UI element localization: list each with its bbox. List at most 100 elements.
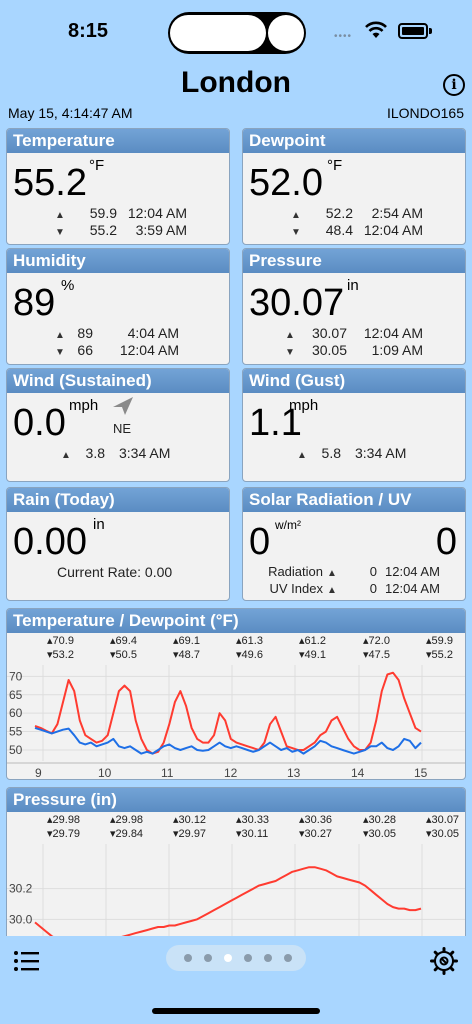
wind-value: 0.0 (13, 402, 66, 444)
temperature-card[interactable]: Temperature 55.2 °F ▲ 59.9 12:04 AM ▼ 55.2 3… (6, 128, 230, 245)
x-tick-label: 12 (224, 766, 238, 780)
chart-daily-ranges: ▴70.9 ▾53.2 ▴69.4 ▾50.5 ▴69.1 ▾48.7 ▴61.3 ▾49.6… (7, 633, 465, 665)
wifi-icon (365, 21, 387, 38)
daily-high-label: ▴69.1 (173, 635, 200, 647)
card-title: Wind (Gust) (243, 369, 465, 393)
daily-low-label: ▾55.2 (426, 649, 453, 661)
temp-dewpoint-chart[interactable]: Temperature / Dewpoint (°F) ▴70.9 ▾53.2 ▴6… (6, 608, 466, 780)
rain-unit: in (93, 516, 105, 533)
temperature-unit: °F (89, 157, 105, 174)
daily-low-label: ▾29.79 (47, 828, 81, 840)
up-arrow-icon: ▲ (55, 330, 65, 341)
x-tick-label: 14 (351, 766, 365, 780)
dewpoint-high: ▲ 52.2 2:54 AM (291, 205, 423, 221)
wind-card[interactable]: Wind (Sustained) 0.0 mph NE ▲ 3.8 3:34 AM (6, 368, 230, 482)
x-tick-label: 15 (414, 766, 428, 780)
daily-low-label: ▾47.5 (363, 649, 390, 661)
battery-icon (398, 23, 428, 39)
wind-direction-arrow-icon (113, 397, 133, 415)
down-arrow-icon: ▼ (55, 347, 65, 358)
page-dot[interactable] (264, 954, 272, 962)
temp-dewpoint-plot: 70 65 60 55 50 9 10 11 12 13 14 15 (7, 665, 465, 780)
gust-high: ▲ 5.8 3:34 AM (297, 445, 407, 461)
daily-high-label: ▴59.9 (426, 635, 453, 647)
dewpoint-unit: °F (327, 157, 343, 174)
radiation-row: Radiation ▲ 0 12:04 AM (268, 564, 440, 579)
station-id: ILONDO165 (386, 105, 464, 121)
page-dot[interactable] (244, 954, 252, 962)
dewpoint-card[interactable]: Dewpoint 52.0 °F ▲ 52.2 2:54 AM ▼ 48.4 12:04… (242, 128, 466, 245)
gear-icon[interactable] (430, 947, 458, 975)
page-dot[interactable] (184, 954, 192, 962)
gust-unit: mph (289, 397, 319, 414)
dynamic-island-pill (170, 15, 266, 51)
pressure-unit: in (347, 277, 359, 294)
daily-low-label: ▾50.5 (110, 649, 137, 661)
gust-card[interactable]: Wind (Gust) 1.1 mph ▲ 5.8 3:34 AM (242, 368, 466, 482)
page-dot[interactable] (224, 954, 232, 962)
x-tick-label: 10 (98, 766, 112, 780)
daily-high-label: ▴30.28 (363, 814, 397, 826)
pressure-low: ▼ 30.05 1:09 AM (285, 342, 423, 358)
daily-low-label: ▾29.97 (173, 828, 207, 840)
card-title: Solar Radiation / UV (243, 488, 465, 512)
humidity-card[interactable]: Humidity 89 % ▲ 89 4:04 AM ▼ 66 12:04 AM (6, 248, 230, 365)
down-arrow-icon: ▼ (291, 227, 301, 238)
card-title: Rain (Today) (7, 488, 229, 512)
pressure-card[interactable]: Pressure 30.07 in ▲ 30.07 12:04 AM ▼ 30.05 1… (242, 248, 466, 365)
wind-unit: mph (69, 397, 99, 414)
temperature-low: ▼ 55.2 3:59 AM (55, 222, 187, 238)
humidity-high: ▲ 89 4:04 AM (55, 325, 179, 341)
pressure-chart[interactable]: Pressure (in) ▴29.98 ▾29.79 ▴29.98 ▾29.84 ▴3… (6, 787, 466, 936)
daily-high-label: ▴29.98 (47, 814, 81, 826)
daily-low-label: ▾29.84 (110, 828, 144, 840)
observation-timestamp: May 15, 4:14:47 AM (8, 105, 133, 121)
radiation-unit: w/m² (275, 518, 301, 532)
daily-high-label: ▴30.36 (299, 814, 333, 826)
page-dot[interactable] (204, 954, 212, 962)
daily-high-label: ▴72.0 (363, 635, 390, 647)
chart-title: Temperature / Dewpoint (°F) (7, 609, 465, 633)
rain-card[interactable]: Rain (Today) 0.00 in Current Rate: 0.00 (6, 487, 230, 601)
battery-tip (429, 28, 432, 34)
page-indicator[interactable] (166, 945, 306, 971)
dynamic-island-dot (268, 15, 304, 51)
wind-high: ▲ 3.8 3:34 AM (61, 445, 171, 461)
temperature-value: 55.2 (13, 162, 87, 204)
list-icon[interactable] (14, 950, 40, 972)
series-line-pressure (34, 866, 422, 936)
daily-high-label: ▴30.33 (236, 814, 270, 826)
daily-low-label: ▾53.2 (47, 649, 74, 661)
daily-low-label: ▾30.27 (299, 828, 333, 840)
daily-low-label: ▾49.6 (236, 649, 263, 661)
daily-high-label: ▴61.2 (299, 635, 326, 647)
rain-value: 0.00 (13, 521, 87, 563)
down-arrow-icon: ▼ (285, 347, 295, 358)
daily-high-label: ▴69.4 (110, 635, 137, 647)
radiation-value: 0 (249, 521, 271, 563)
dewpoint-low: ▼ 48.4 12:04 AM (291, 222, 423, 238)
rain-rate: Current Rate: 0.00 (57, 564, 173, 580)
daily-low-label: ▾30.05 (363, 828, 397, 840)
card-title: Temperature (7, 129, 229, 153)
temperature-high: ▲ 59.9 12:04 AM (55, 205, 187, 221)
pressure-value: 30.07 (249, 282, 345, 324)
humidity-value: 89 (13, 282, 56, 324)
daily-high-label: ▴30.07 (426, 814, 460, 826)
daily-low-label: ▾48.7 (173, 649, 200, 661)
uv-row: UV Index ▲ 0 12:04 AM (269, 581, 440, 596)
location-title: London (181, 66, 291, 99)
card-title: Wind (Sustained) (7, 369, 229, 393)
status-bar: 8:15 •••• (0, 0, 472, 64)
up-arrow-icon: ▲ (327, 568, 337, 579)
up-arrow-icon: ▲ (285, 330, 295, 341)
y-tick-label: 30.0 (9, 912, 33, 926)
solar-card[interactable]: Solar Radiation / UV 0 w/m² 0 Radiation ▲… (242, 487, 466, 601)
y-tick-label: 60 (9, 706, 23, 720)
page-dot[interactable] (284, 954, 292, 962)
daily-high-label: ▴30.12 (173, 814, 207, 826)
pressure-plot: 30.230.029.8 (7, 844, 465, 936)
card-title: Dewpoint (243, 129, 465, 153)
status-time: 8:15 (68, 20, 109, 42)
info-icon[interactable]: i (443, 74, 465, 96)
